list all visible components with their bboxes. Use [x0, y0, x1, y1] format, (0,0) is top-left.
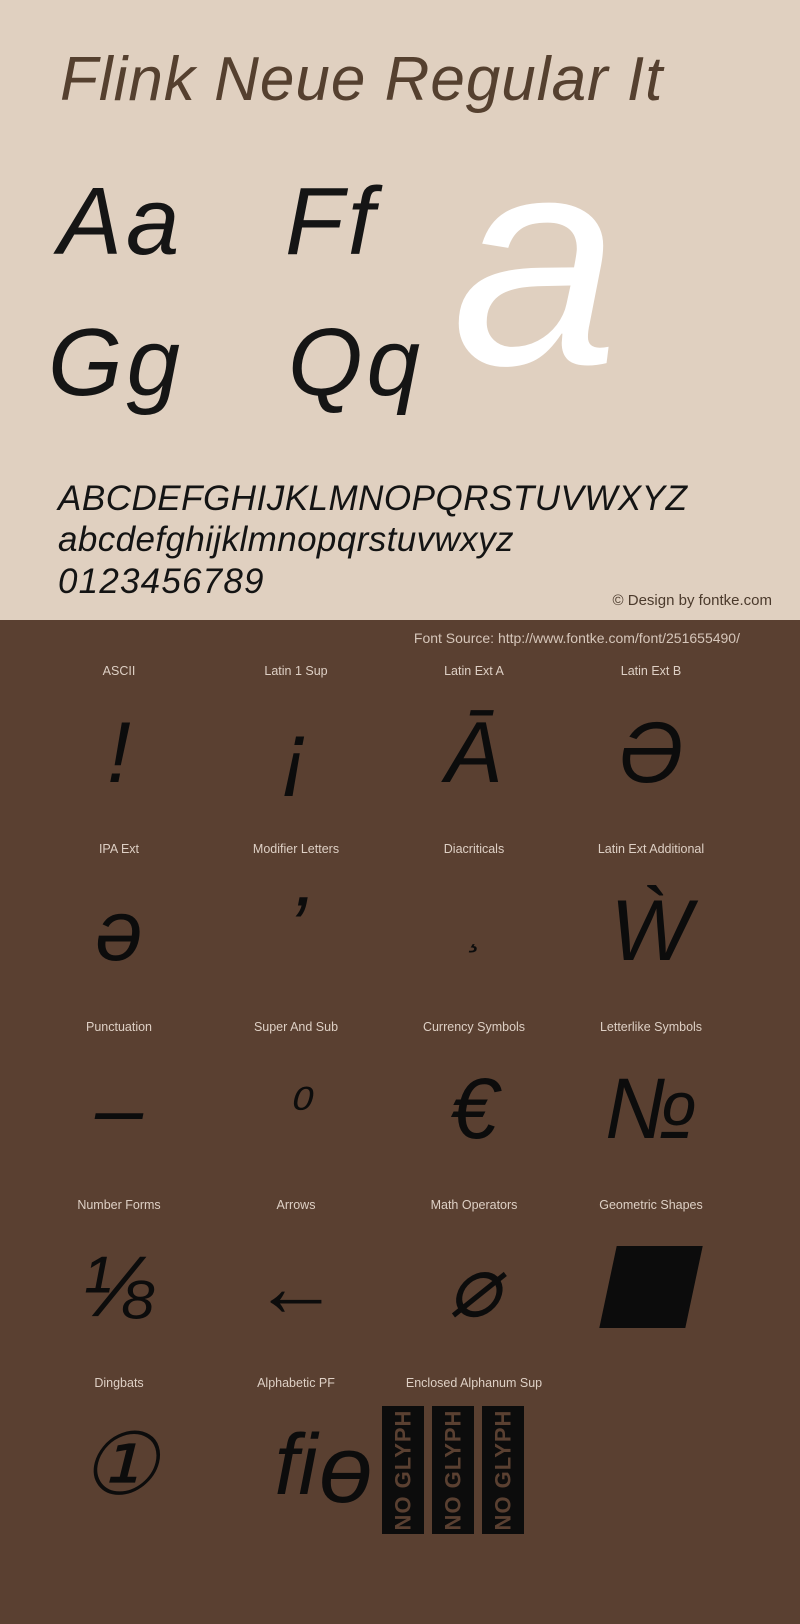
alphabet-uppercase: ABCDEFGHIJKLMNOPQRSTUVWXYZ [58, 479, 688, 518]
letter-pair-qq: Qq [288, 309, 425, 416]
unicode-block-label: Number Forms [77, 1198, 161, 1212]
unicode-block-cell: Enclosed Alphanum Sup ɵ NO GLYPH NO GLYP… [319, 1366, 563, 1566]
letter-pair-ff: Ff [285, 168, 379, 275]
unicode-block-cell: Math Operators ⌀ [385, 1188, 563, 1366]
letter-pair-gg: Gg [48, 309, 185, 416]
unicode-block-glyph: ¡ [281, 705, 311, 801]
unicode-block-cell: Modifier Letters ʼ [207, 832, 385, 1010]
unicode-block-label: Latin 1 Sup [264, 664, 328, 678]
unicode-block-label: IPA Ext [98, 842, 140, 856]
unicode-block-label: Arrows [276, 1198, 316, 1212]
unicode-block-glyph: ⁰ [284, 1077, 308, 1140]
unicode-block-glyph: ɵ [319, 1416, 373, 1523]
alphabet-lowercase: abcdefghijklmnopqrstuvwxyz [58, 520, 514, 560]
unicode-block-cell: Latin Ext B Ə [562, 654, 740, 832]
no-glyph-group: NO GLYPH NO GLYPH NO GLYPH [382, 1406, 525, 1534]
unicode-block-label: Latin Ext B [620, 664, 682, 678]
unicode-block-row: IPA Ext ə Modifier Letters ʼ Diacritical… [0, 832, 800, 1010]
unicode-block-cell: Latin Ext Additional Ẁ [562, 832, 740, 1010]
specimen-top-panel: Flink Neue Regular It Aa Ff Gg Qq a ABCD… [0, 0, 800, 620]
unicode-block-cell: Letterlike Symbols № [562, 1010, 740, 1188]
unicode-block-cell: Punctuation – [30, 1010, 208, 1188]
unicode-block-label: Diacriticals [443, 842, 505, 856]
unicode-block-label: Dingbats [94, 1376, 144, 1390]
no-glyph-label: NO GLYPH [440, 1409, 466, 1531]
letter-pair-showcase: Aa Ff Gg Qq a [0, 110, 800, 430]
font-source-link[interactable]: Font Source: http://www.fontke.com/font/… [414, 630, 740, 646]
unicode-block-glyph: Ə [617, 705, 685, 801]
unicode-block-label: Punctuation [85, 1020, 153, 1034]
unicode-block-label: Geometric Shapes [599, 1198, 703, 1212]
unicode-block-glyph: € [450, 1061, 498, 1157]
no-glyph-box: NO GLYPH [432, 1406, 475, 1534]
unicode-block-cell: Number Forms ⅛ [30, 1188, 208, 1366]
unicode-block-glyph: – [95, 1061, 143, 1157]
unicode-block-glyph: ⅛ [83, 1239, 155, 1335]
unicode-block-glyph: ← [253, 1239, 339, 1335]
unicode-block-glyph: ① [80, 1417, 158, 1513]
giant-glyph-a: a [452, 92, 619, 428]
unicode-block-label: Super And Sub [253, 1020, 339, 1034]
alphabet-block: ABCDEFGHIJKLMNOPQRSTUVWXYZ abcdefghijklm… [58, 478, 778, 602]
no-glyph-box: NO GLYPH [382, 1406, 425, 1534]
unicode-block-row: ASCII ! Latin 1 Sup ¡ Latin Ext A Ā Lati… [0, 654, 800, 832]
unicode-block-cell: Geometric Shapes [562, 1188, 740, 1366]
unicode-block-cell: Currency Symbols € [385, 1010, 563, 1188]
unicode-block-row: Punctuation – Super And Sub ⁰ Currency S… [0, 1010, 800, 1188]
unicode-block-cell: Latin Ext A Ā [385, 654, 563, 832]
unicode-block-glyph: ə [95, 883, 143, 979]
no-glyph-label: NO GLYPH [490, 1409, 516, 1531]
unicode-block-row: Number Forms ⅛ Arrows ← Math Operators ⌀… [0, 1188, 800, 1366]
no-glyph-label: NO GLYPH [390, 1409, 416, 1531]
unicode-block-row: Dingbats ① Alphabetic PF ﬁ Enclosed Alph… [0, 1366, 800, 1566]
unicode-block-glyph: ʼ [286, 883, 306, 979]
unicode-block-cell: Diacriticals ̧ [385, 832, 563, 1010]
unicode-block-label: Latin Ext Additional [597, 842, 705, 856]
unicode-block-label: Alphabetic PF [257, 1376, 335, 1390]
parallelogram-icon [599, 1246, 703, 1328]
unicode-block-label: ASCII [102, 664, 136, 678]
unicode-block-cell: Super And Sub ⁰ [207, 1010, 385, 1188]
unicode-block-glyph: ⌀ [448, 1239, 500, 1335]
unicode-block-cell: IPA Ext ə [30, 832, 208, 1010]
unicode-block-cell: ASCII ! [30, 654, 208, 832]
unicode-block-cell: Latin 1 Sup ¡ [207, 654, 385, 832]
unicode-block-glyph-shape [562, 1212, 740, 1362]
design-credit: © Design by fontke.com [612, 592, 772, 609]
unicode-block-glyph: № [604, 1061, 698, 1157]
no-glyph-box: NO GLYPH [482, 1406, 525, 1534]
unicode-block-label: Latin Ext A [444, 664, 504, 678]
unicode-block-glyph: Ā [445, 705, 503, 801]
letter-pair-aa: Aa [58, 168, 184, 275]
unicode-block-glyph: ̧ [385, 856, 563, 1006]
unicode-block-glyph: ! [107, 705, 131, 801]
unicode-block-grid: ASCII ! Latin 1 Sup ¡ Latin Ext A Ā Lati… [0, 654, 800, 1566]
unicode-block-label: Math Operators [430, 1198, 518, 1212]
unicode-block-cell: Arrows ← [207, 1188, 385, 1366]
unicode-block-cell [562, 1366, 740, 1566]
unicode-block-glyph: Ẁ [610, 883, 692, 979]
unicode-blocks-panel: Font Source: http://www.fontke.com/font/… [0, 620, 800, 1624]
unicode-block-label: Currency Symbols [422, 1020, 526, 1034]
unicode-block-label: Letterlike Symbols [599, 1020, 703, 1034]
unicode-block-label: Modifier Letters [252, 842, 340, 856]
unicode-block-cell: Dingbats ① [30, 1366, 208, 1566]
unicode-block-label: Enclosed Alphanum Sup [405, 1376, 543, 1390]
